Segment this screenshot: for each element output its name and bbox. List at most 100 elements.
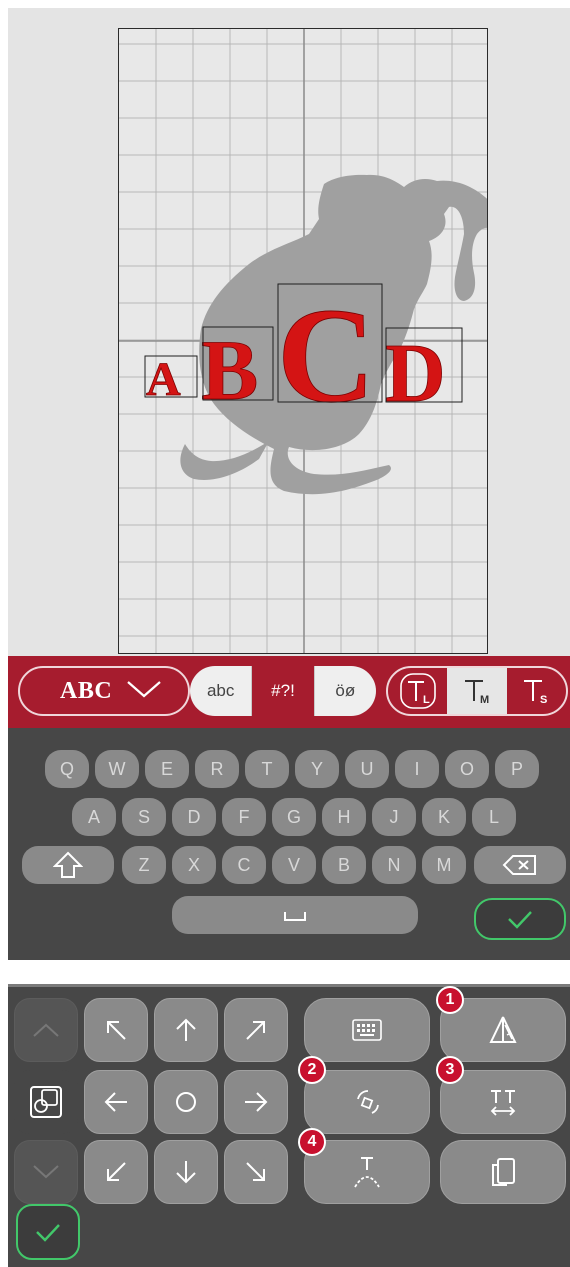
key-f[interactable]: F (222, 798, 266, 836)
space-key[interactable] (172, 896, 418, 934)
key-z[interactable]: Z (122, 846, 166, 884)
key-c[interactable]: C (222, 846, 266, 884)
arrow-up-right-icon (246, 1021, 265, 1040)
scroll-up-button[interactable] (14, 998, 78, 1062)
arrow-up-icon (176, 1018, 196, 1041)
charset-selector: abc #?! öø (190, 666, 376, 716)
keyboard-icon (352, 1019, 382, 1041)
key-m[interactable]: M (422, 846, 466, 884)
edit-confirm-button[interactable] (16, 1204, 80, 1260)
letter-c: C (277, 281, 375, 431)
arrow-up-left-icon (107, 1021, 126, 1040)
mirror-icon (489, 1016, 517, 1043)
arrow-down-icon (176, 1161, 196, 1184)
arrow-down-right-icon (246, 1162, 265, 1181)
text-size-large-icon: L (399, 673, 436, 709)
key-l[interactable]: L (472, 798, 516, 836)
key-b[interactable]: B (322, 846, 366, 884)
shift-key[interactable] (22, 846, 114, 884)
letter-b: B (201, 322, 258, 418)
text-size-small-icon: S (524, 680, 548, 706)
callout-4: 4 (298, 1128, 326, 1156)
on-screen-keyboard: QWERTYUIOP ASDFGHJKL ZXCVBNM (8, 728, 570, 960)
move-down-right-button[interactable] (224, 1140, 288, 1204)
key-s[interactable]: S (122, 798, 166, 836)
key-i[interactable]: I (395, 750, 439, 788)
letter-d: D (385, 327, 446, 420)
key-j[interactable]: J (372, 798, 416, 836)
svg-text:M: M (480, 694, 489, 706)
letter-a: A (146, 353, 181, 406)
move-up-right-button[interactable] (224, 998, 288, 1062)
key-x[interactable]: X (172, 846, 216, 884)
font-size-selector: L M S (386, 666, 568, 716)
callout-2: 2 (298, 1056, 326, 1084)
key-a[interactable]: A (72, 798, 116, 836)
rotate-icon (357, 1090, 379, 1114)
size-small-button[interactable]: S (507, 668, 566, 714)
size-large-button[interactable]: L (388, 668, 447, 714)
svg-text:S: S (540, 694, 547, 706)
move-left-button[interactable] (84, 1070, 148, 1134)
center-icon (176, 1092, 196, 1112)
chevron-down-icon (126, 679, 162, 704)
space-icon (284, 912, 306, 921)
font-name: ABC (60, 677, 113, 704)
backspace-key[interactable] (474, 846, 566, 884)
key-n[interactable]: N (372, 846, 416, 884)
chevron-up-icon (33, 1023, 59, 1037)
resize-icon (30, 1086, 62, 1118)
center-button[interactable] (154, 1070, 218, 1134)
key-t[interactable]: T (245, 750, 289, 788)
checkmark-icon (508, 911, 532, 929)
text-toolbar: ABC abc #?! öø L M S (8, 656, 570, 728)
key-k[interactable]: K (422, 798, 466, 836)
backspace-icon (502, 855, 536, 875)
key-h[interactable]: H (322, 798, 366, 836)
arrow-down-left-icon (107, 1162, 126, 1181)
design-canvas[interactable]: A B C D (8, 8, 570, 656)
move-up-left-button[interactable] (84, 998, 148, 1062)
key-r[interactable]: R (195, 750, 239, 788)
move-right-button[interactable] (224, 1070, 288, 1134)
size-medium-button[interactable]: M (447, 668, 507, 714)
callout-1: 1 (436, 986, 464, 1014)
key-p[interactable]: P (495, 750, 539, 788)
spacing-icon (490, 1090, 516, 1116)
keyboard-confirm-button[interactable] (474, 898, 566, 940)
key-w[interactable]: W (95, 750, 139, 788)
key-d[interactable]: D (172, 798, 216, 836)
resize-button[interactable] (14, 1070, 78, 1134)
keyboard-button[interactable] (304, 998, 430, 1062)
font-selector[interactable]: ABC (18, 666, 190, 716)
key-v[interactable]: V (272, 846, 316, 884)
charset-symbols[interactable]: #?! (252, 666, 315, 716)
svg-text:L: L (423, 694, 430, 706)
key-u[interactable]: U (345, 750, 389, 788)
key-e[interactable]: E (145, 750, 189, 788)
key-y[interactable]: Y (295, 750, 339, 788)
arrow-left-icon (104, 1092, 127, 1112)
hoop-grid: A B C D (119, 29, 487, 653)
curve-text-icon (354, 1157, 380, 1188)
key-q[interactable]: Q (45, 750, 89, 788)
key-o[interactable]: O (445, 750, 489, 788)
duplicate-button[interactable] (440, 1140, 566, 1204)
embroidery-hoop[interactable]: A B C D (118, 28, 488, 654)
text-size-medium-icon: M (464, 680, 489, 706)
key-g[interactable]: G (272, 798, 316, 836)
move-up-button[interactable] (154, 998, 218, 1062)
duplicate-icon (492, 1158, 515, 1186)
move-down-button[interactable] (154, 1140, 218, 1204)
edit-panel: 1 2 3 4 (8, 984, 570, 1267)
chevron-down-icon (33, 1165, 59, 1179)
callout-3: 3 (436, 1056, 464, 1084)
rotate-button[interactable] (304, 1070, 430, 1134)
checkmark-icon (36, 1224, 60, 1242)
move-down-left-button[interactable] (84, 1140, 148, 1204)
charset-accented[interactable]: öø (315, 666, 376, 716)
scroll-down-button[interactable] (14, 1140, 78, 1204)
arrow-right-icon (245, 1092, 268, 1112)
shift-icon (53, 851, 83, 878)
charset-lowercase[interactable]: abc (190, 666, 253, 716)
